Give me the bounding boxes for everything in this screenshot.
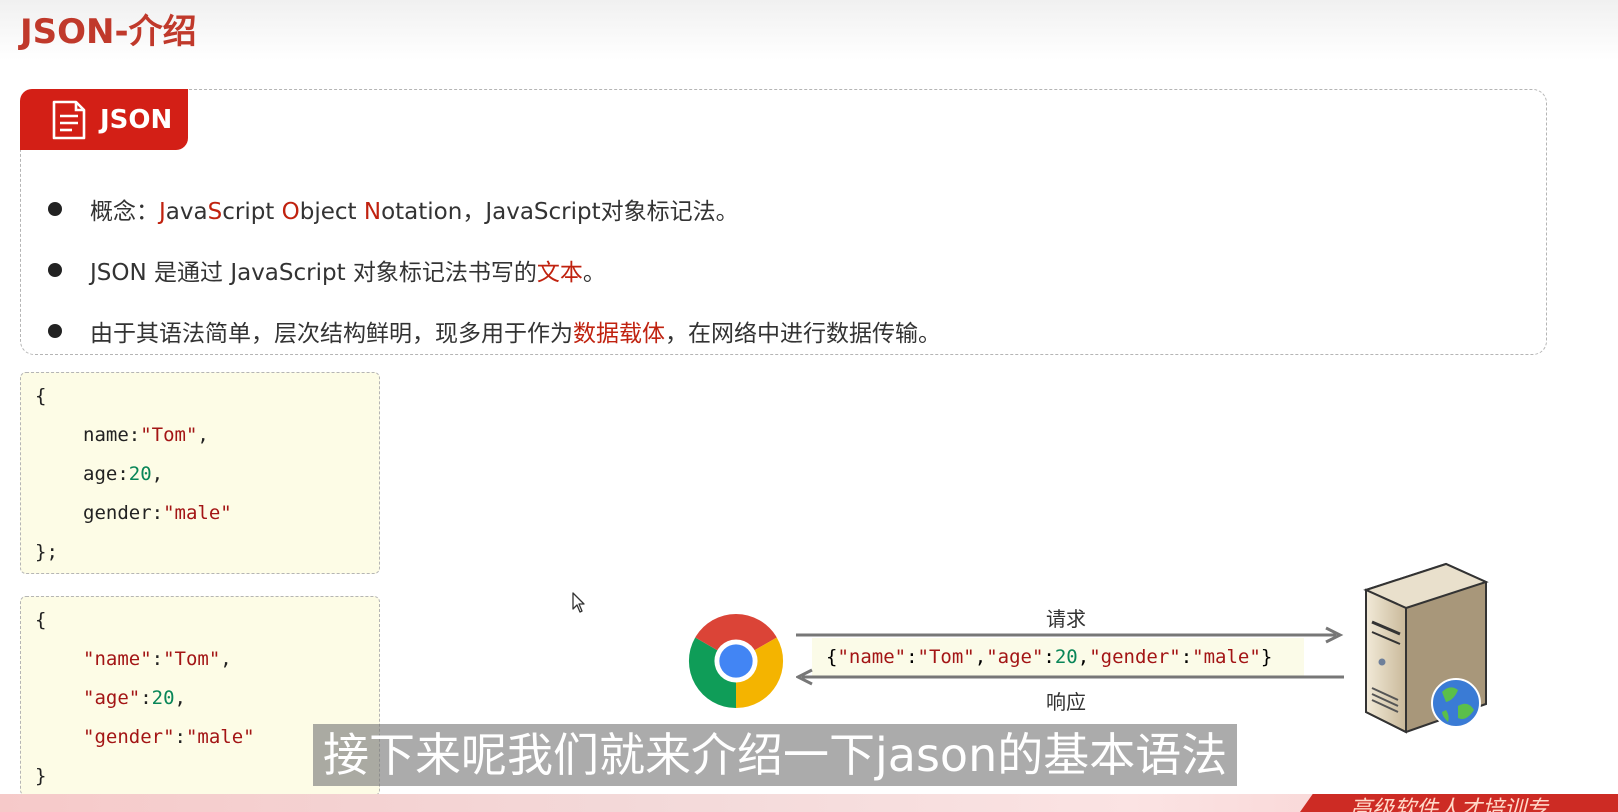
bullet-data-carrier: 由于其语法简单，层次结构鲜明，现多用于作为数据载体，在网络中进行数据传输。 <box>48 314 941 348</box>
bullet-text-format: JSON 是通过 JavaScript 对象标记法书写的文本。 <box>48 253 606 287</box>
arrow-left-icon <box>796 668 1344 686</box>
bullet-concept: 概念：JavaScript Object Notation，JavaScript… <box>48 192 739 226</box>
top-gradient <box>0 0 1618 60</box>
server-icon <box>1363 562 1489 734</box>
mouse-cursor-icon <box>572 592 585 613</box>
bullet-dot <box>48 263 62 277</box>
bullet-text: 概念：JavaScript Object Notation，JavaScript… <box>90 199 739 225</box>
bullet-text: 由于其语法简单，层次结构鲜明，现多用于作为数据载体，在网络中进行数据传输。 <box>90 321 941 347</box>
page-title: JSON-介绍 <box>20 12 197 52</box>
bullet-text: JSON 是通过 JavaScript 对象标记法书写的文本。 <box>90 260 606 286</box>
document-icon <box>52 100 86 139</box>
video-subtitle: 接下来呢我们就来介绍一下jason的基本语法 <box>313 724 1238 786</box>
bullet-dot <box>48 324 62 338</box>
response-label: 响应 <box>1046 690 1086 714</box>
json-tag: JSON <box>20 89 188 150</box>
globe-icon <box>1431 678 1481 728</box>
footer-slogan: 高级软件人才培训专 <box>1350 797 1549 812</box>
json-tag-label: JSON <box>100 104 173 135</box>
js-object-code: { name:"Tom", age:20, gender:"male" }; <box>20 372 380 574</box>
chrome-icon <box>688 613 784 709</box>
bullet-dot <box>48 202 62 216</box>
